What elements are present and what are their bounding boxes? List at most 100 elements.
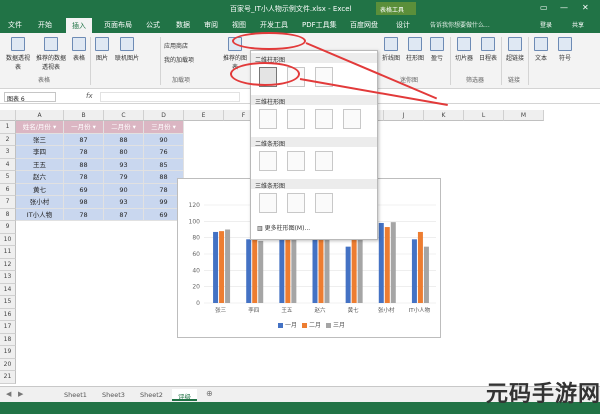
tab-home[interactable]: 开始 (38, 20, 52, 30)
tab-formulas[interactable]: 公式 (146, 20, 160, 30)
select-all-corner[interactable] (0, 110, 16, 121)
close-icon[interactable]: ✕ (582, 3, 589, 12)
row-header-2[interactable]: 2 (0, 133, 16, 146)
row-header-1[interactable]: 1 (0, 121, 16, 134)
table-cell[interactable]: 张小村 (16, 196, 64, 209)
3d-clustered-column-option[interactable] (259, 109, 277, 129)
row-header-3[interactable]: 3 (0, 146, 16, 159)
column-header-A[interactable]: A (16, 110, 64, 121)
restore-icon[interactable]: ▭ (540, 3, 548, 12)
row-header-20[interactable]: 20 (0, 358, 16, 371)
add-sheet-icon[interactable]: ⊕ (206, 389, 213, 398)
sheet-tab-sheet1[interactable]: Sheet1 (58, 389, 93, 401)
row-header-14[interactable]: 14 (0, 283, 16, 296)
table-cell[interactable]: 赵六 (16, 171, 64, 184)
text-button[interactable]: 文本 (532, 37, 550, 62)
more-column-charts-link[interactable]: ▥ 更多柱形图(M)... (257, 223, 310, 232)
table-cell[interactable]: 98 (64, 196, 104, 209)
table-header-cell[interactable]: 姓名/月份 ▾ (16, 121, 64, 134)
column-header-B[interactable]: B (64, 110, 104, 121)
sparkline-line-button[interactable]: 折线图 (380, 37, 402, 62)
name-box[interactable]: 图表 6 (4, 92, 56, 103)
share-button[interactable]: 共享 (572, 20, 584, 29)
table-cell[interactable]: 69 (64, 183, 104, 196)
hyperlink-button[interactable]: 超链接 (504, 37, 526, 62)
tab-data[interactable]: 数据 (176, 20, 190, 30)
table-cell[interactable]: 88 (104, 133, 144, 146)
recommended-pivot-button[interactable]: 推荐的数据透视表 (34, 37, 68, 71)
table-cell[interactable]: 93 (104, 196, 144, 209)
clustered-bar-option[interactable] (259, 151, 277, 171)
minimize-icon[interactable]: — (560, 3, 568, 12)
column-header-M[interactable]: M (504, 110, 544, 121)
slicer-button[interactable]: 切片器 (453, 37, 475, 62)
table-cell[interactable]: 80 (104, 146, 144, 159)
symbol-button[interactable]: 符号 (556, 37, 574, 62)
row-header-7[interactable]: 7 (0, 196, 16, 209)
sparkline-column-button[interactable]: 柱形图 (404, 37, 426, 62)
table-cell[interactable]: 黄七 (16, 183, 64, 196)
row-header-8[interactable]: 8 (0, 208, 16, 221)
table-button[interactable]: 表格 (70, 37, 88, 62)
tab-view[interactable]: 视图 (232, 20, 246, 30)
tab-page-layout[interactable]: 页面布局 (104, 20, 132, 30)
scroll-right-icon[interactable]: ▶ (18, 390, 23, 398)
table-cell[interactable]: 李四 (16, 146, 64, 159)
column-header-L[interactable]: L (464, 110, 504, 121)
tab-baidu-netdisk[interactable]: 百度网盘 (350, 20, 378, 30)
fx-label[interactable]: fx (86, 92, 93, 100)
table-header-cell[interactable]: 二月份 ▾ (104, 121, 144, 134)
row-header-18[interactable]: 18 (0, 333, 16, 346)
tab-pdf-tools[interactable]: PDF工具集 (302, 20, 337, 30)
sheet-tab-sheet2[interactable]: Sheet2 (134, 389, 169, 401)
column-header-C[interactable]: C (104, 110, 144, 121)
row-header-13[interactable]: 13 (0, 271, 16, 284)
row-header-17[interactable]: 17 (0, 321, 16, 334)
table-cell[interactable]: 85 (144, 158, 184, 171)
3d-stacked-bar-option[interactable] (287, 193, 305, 213)
tab-design[interactable]: 设计 (396, 20, 410, 30)
sheet-tab-sheet3[interactable]: Sheet3 (96, 389, 131, 401)
table-cell[interactable]: 90 (104, 183, 144, 196)
table-cell[interactable]: 王五 (16, 158, 64, 171)
row-header-10[interactable]: 10 (0, 233, 16, 246)
row-header-5[interactable]: 5 (0, 171, 16, 184)
pictures-button[interactable]: 图片 (93, 37, 111, 62)
row-header-16[interactable]: 16 (0, 308, 16, 321)
table-cell[interactable]: 78 (64, 208, 104, 221)
3d-stacked-column-option[interactable] (287, 109, 305, 129)
my-addins-button[interactable]: 我的加载项 (164, 55, 208, 64)
formula-input[interactable] (100, 92, 240, 102)
row-header-9[interactable]: 9 (0, 221, 16, 234)
column-header-K[interactable]: K (424, 110, 464, 121)
table-cell[interactable]: 87 (64, 133, 104, 146)
3d-percent-bar-option[interactable] (315, 193, 333, 213)
row-header-15[interactable]: 15 (0, 296, 16, 309)
tab-review[interactable]: 审阅 (204, 20, 218, 30)
tab-developer[interactable]: 开发工具 (260, 20, 288, 30)
sheet-tab-rating[interactable]: 评级 (172, 389, 197, 401)
table-cell[interactable]: 87 (104, 208, 144, 221)
timeline-button[interactable]: 日程表 (477, 37, 499, 62)
row-header-12[interactable]: 12 (0, 258, 16, 271)
column-header-D[interactable]: D (144, 110, 184, 121)
table-header-cell[interactable]: 一月份 ▾ (64, 121, 104, 134)
scroll-left-icon[interactable]: ◀ (6, 390, 11, 398)
3d-column-option[interactable] (343, 109, 361, 129)
column-header-J[interactable]: J (384, 110, 424, 121)
row-header-11[interactable]: 11 (0, 246, 16, 259)
table-cell[interactable]: 79 (104, 171, 144, 184)
login-link[interactable]: 登录 (540, 20, 552, 29)
column-header-E[interactable]: E (184, 110, 224, 121)
row-header-19[interactable]: 19 (0, 346, 16, 359)
tab-insert[interactable]: 插入 (66, 18, 92, 33)
table-cell[interactable]: 90 (144, 133, 184, 146)
table-cell[interactable]: IT小人物 (16, 208, 64, 221)
table-cell[interactable]: 78 (64, 146, 104, 159)
tell-me-box[interactable]: 告诉我你想要做什么... (430, 20, 490, 29)
online-pictures-button[interactable]: 联机图片 (113, 37, 141, 62)
table-cell[interactable]: 78 (64, 171, 104, 184)
table-cell[interactable]: 76 (144, 146, 184, 159)
3d-clustered-bar-option[interactable] (259, 193, 277, 213)
table-cell[interactable]: 张三 (16, 133, 64, 146)
